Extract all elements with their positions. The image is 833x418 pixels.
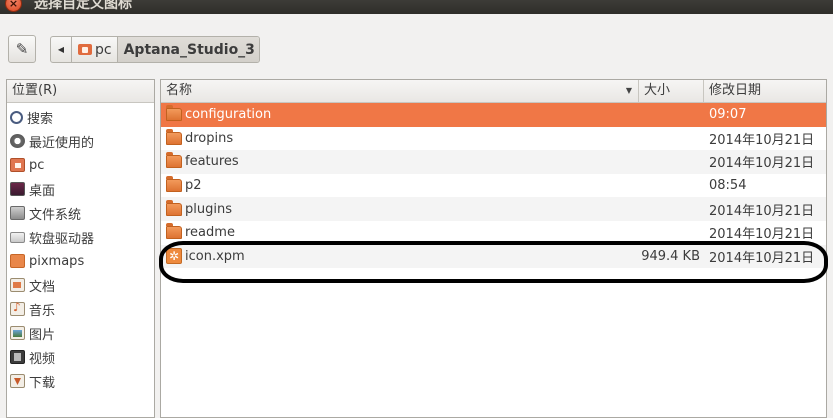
places-list: 搜索 最近使用的 pc 桌面 文件系统 软盘驱动器 pixmaps 文档 ♪ 音… [7, 103, 154, 393]
sidebar-item-floppy[interactable]: 软盘驱动器 [7, 225, 154, 249]
sidebar-item-search[interactable]: 搜索 [7, 105, 154, 129]
pictures-icon [10, 326, 25, 340]
pencil-icon: ✎ [15, 40, 29, 58]
sidebar-item-downloads[interactable]: 下载 [7, 369, 154, 393]
column-header-modified[interactable]: 修改日期 [704, 80, 826, 102]
path-segment-label: Aptana_Studio_3 [123, 41, 255, 58]
sidebar-item-label: 下载 [29, 375, 56, 391]
sidebar-item-label: 图片 [29, 327, 56, 343]
column-header-name[interactable]: 名称 ▼ [161, 80, 639, 102]
sidebar-item-pictures[interactable]: 图片 [7, 321, 154, 345]
file-size: 949.4 KB [641, 248, 700, 264]
file-row-p2[interactable]: p2 08:54 [161, 174, 826, 198]
file-name: readme [185, 225, 235, 241]
file-list: 名称 ▼ 大小 修改日期 configuration 09:07 dropins… [160, 79, 827, 418]
sidebar-item-label: 软盘驱动器 [29, 231, 95, 247]
sidebar-item-documents[interactable]: 文档 [7, 273, 154, 297]
column-header-size[interactable]: 大小 [639, 80, 704, 102]
folder-icon [166, 152, 182, 169]
videos-icon [10, 350, 25, 364]
column-header-row: 名称 ▼ 大小 修改日期 [161, 80, 826, 103]
file-modified: 2014年10月21日 [709, 203, 815, 219]
title-bar: × 选择自定义图标 [0, 0, 833, 14]
column-header-label: 修改日期 [709, 83, 762, 98]
file-modified: 2014年10月21日 [709, 156, 815, 172]
floppy-drive-icon [10, 231, 25, 243]
folder-icon [166, 223, 182, 240]
file-name-cell: p2 [161, 176, 639, 194]
file-name: configuration [185, 107, 272, 123]
file-modified: 08:54 [709, 178, 747, 194]
file-rows: configuration 09:07 dropins 2014年10月21日 … [161, 103, 826, 269]
folder-icon [166, 176, 182, 193]
file-modified: 2014年10月21日 [709, 132, 815, 148]
file-modified: 09:07 [709, 107, 747, 123]
folder-icon [166, 128, 182, 145]
column-header-label: 大小 [644, 83, 671, 98]
folder-icon [10, 254, 25, 268]
file-row-configuration[interactable]: configuration 09:07 [161, 103, 826, 127]
window-title: 选择自定义图标 [34, 0, 132, 12]
sidebar-item-label: 文件系统 [29, 207, 82, 223]
sidebar-item-music[interactable]: 音乐 [7, 297, 154, 321]
sidebar-item-label: pc [29, 157, 45, 173]
file-name-cell: plugins [161, 199, 639, 217]
places-header[interactable]: 位置(R) [7, 80, 154, 103]
sidebar-item-recent[interactable]: 最近使用的 [7, 129, 154, 153]
close-window-button[interactable]: × [5, 0, 22, 12]
sidebar-item-label: 文档 [29, 279, 56, 295]
sidebar-item-label: 最近使用的 [29, 135, 95, 151]
file-name-cell: configuration [161, 105, 639, 123]
path-segment-label: pc [95, 41, 112, 58]
file-name: features [185, 154, 239, 170]
desktop-icon [10, 182, 25, 196]
sidebar-item-videos[interactable]: 视频 [7, 345, 154, 369]
file-name: dropins [185, 130, 234, 146]
filesystem-icon [10, 206, 25, 220]
file-row-plugins[interactable]: plugins 2014年10月21日 [161, 197, 826, 221]
file-row-dropins[interactable]: dropins 2014年10月21日 [161, 127, 826, 151]
sidebar-item-pixmaps[interactable]: pixmaps [7, 249, 154, 273]
path-scroll-left-button[interactable]: ◀ [51, 37, 72, 62]
sidebar-item-label: 桌面 [29, 183, 56, 199]
folder-icon [166, 199, 182, 216]
image-file-icon: ✲ [166, 248, 182, 265]
folder-icon [166, 105, 182, 122]
search-icon [10, 110, 23, 124]
file-name: p2 [185, 178, 202, 194]
documents-icon [10, 278, 25, 292]
file-row-icon-xpm[interactable]: ✲ icon.xpm 949.4 KB 2014年10月21日 [161, 244, 826, 269]
file-name-cell: readme [161, 223, 639, 241]
file-name-cell: features [161, 152, 639, 170]
sidebar-item-label: pixmaps [29, 253, 85, 269]
file-name: plugins [185, 201, 232, 217]
places-sidebar: 位置(R) 搜索 最近使用的 pc 桌面 文件系统 软盘驱动器 pixmaps [6, 79, 155, 418]
sidebar-item-label: 视频 [29, 351, 56, 367]
sort-descending-icon: ▼ [625, 86, 632, 95]
home-icon [78, 44, 92, 55]
sidebar-item-label: 搜索 [27, 111, 54, 127]
sidebar-item-home[interactable]: pc [7, 153, 154, 177]
path-segment-aptana-studio[interactable]: Aptana_Studio_3 [117, 37, 259, 62]
sidebar-item-desktop[interactable]: 桌面 [7, 177, 154, 201]
path-segment-pc[interactable]: pc [72, 37, 118, 62]
file-name-cell: ✲ icon.xpm [161, 248, 639, 265]
music-icon [10, 300, 25, 316]
file-row-features[interactable]: features 2014年10月21日 [161, 150, 826, 174]
file-modified: 2014年10月21日 [709, 250, 815, 266]
file-name-cell: dropins [161, 128, 639, 146]
column-header-label: 名称 [166, 83, 193, 98]
file-row-readme[interactable]: readme 2014年10月21日 [161, 221, 826, 245]
arrow-left-icon: ◀ [57, 45, 65, 54]
edit-location-button[interactable]: ✎ [8, 35, 36, 63]
sidebar-item-label: 音乐 [29, 303, 56, 319]
downloads-icon [10, 374, 25, 388]
home-folder-icon [10, 158, 25, 172]
recent-icon [10, 134, 25, 148]
sidebar-item-filesystem[interactable]: 文件系统 [7, 201, 154, 225]
file-modified: 2014年10月21日 [709, 227, 815, 243]
path-bar: ◀ pc Aptana_Studio_3 [50, 36, 260, 63]
file-name: icon.xpm [185, 248, 245, 264]
